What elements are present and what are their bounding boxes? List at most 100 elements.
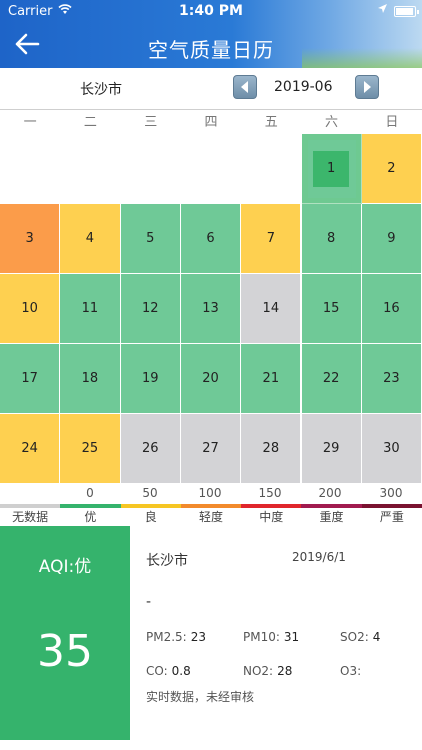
calendar-day-number: 29	[322, 441, 340, 456]
calendar-day-cell[interactable]: 1	[301, 134, 362, 204]
weekday-label: 五	[264, 115, 278, 130]
pm10-label: PM10:	[243, 630, 280, 644]
scale-label: 良	[144, 510, 157, 524]
no2-value: 28	[277, 664, 293, 678]
status-bar: Carrier 1:40 PM	[0, 0, 422, 22]
co-reading: CO: 0.8	[146, 664, 191, 678]
calendar-day-number: 24	[21, 441, 38, 456]
calendar-day-number: 12	[141, 301, 159, 316]
o3-label: O3:	[340, 664, 362, 678]
calendar-day-cell[interactable]: 30	[361, 414, 422, 484]
calendar-day-cell[interactable]: 10	[0, 274, 61, 344]
calendar-day-number: 6	[206, 231, 215, 246]
calendar-day-cell[interactable]: 12	[120, 274, 181, 344]
calendar-day-cell[interactable]: 18	[60, 344, 121, 414]
app-header: Carrier 1:40 PM 空气质量日历	[0, 0, 422, 68]
calendar-day-cell[interactable]: 16	[361, 274, 422, 344]
weekday-label: 一	[23, 115, 37, 130]
aqi-value: 35	[37, 626, 93, 677]
scale-label: 重度	[319, 510, 344, 524]
calendar-day-cell[interactable]: 8	[301, 204, 362, 274]
calendar-day-cell[interactable]: 20	[180, 344, 242, 414]
calendar-day-number: 13	[202, 301, 219, 316]
calendar-day-number: 30	[383, 441, 400, 456]
calendar-day-cell[interactable]: 3	[0, 204, 61, 274]
next-month-button[interactable]	[355, 75, 379, 99]
scale-number: 100	[198, 486, 222, 500]
calendar-day-cell[interactable]: 11	[60, 274, 121, 344]
calendar-day-cell[interactable]: 2	[361, 134, 422, 204]
calendar-day-cell[interactable]: 25	[60, 414, 121, 484]
scale-number: 150	[258, 486, 282, 500]
calendar-day-number: 10	[21, 301, 38, 316]
pm10-value: 31	[283, 630, 300, 644]
detail-city: 长沙市	[146, 553, 188, 569]
calendar-day-cell[interactable]: 7	[241, 204, 302, 274]
calendar-day-number: 16	[383, 301, 400, 316]
city-month-nav: 长沙市 2019-06	[0, 68, 422, 110]
weekday-label: 二	[83, 115, 97, 130]
calendar-day-cell[interactable]: 13	[180, 274, 242, 344]
detail-description: -	[146, 594, 152, 610]
calendar-day-number: 14	[262, 301, 280, 316]
scale-number: 0	[86, 486, 94, 500]
calendar-day-cell[interactable]: 15	[301, 274, 362, 344]
scale-number: 200	[318, 486, 342, 500]
calendar-day-number: 17	[21, 371, 38, 386]
pm25-label: PM2.5:	[146, 630, 187, 644]
calendar-day-cell[interactable]: 28	[241, 414, 302, 484]
scale-label: 轻度	[198, 510, 223, 524]
co-label: CO:	[146, 664, 168, 678]
calendar-day-cell[interactable]: 21	[241, 344, 302, 414]
calendar-day-number: 3	[25, 231, 34, 246]
calendar-day-cell[interactable]: 19	[120, 344, 181, 414]
status-time: 1:40 PM	[179, 3, 243, 19]
calendar-day-cell[interactable]: 23	[361, 344, 422, 414]
co-value: 0.8	[171, 664, 191, 678]
scale-number: 50	[142, 486, 158, 500]
calendar-day-cell[interactable]: 17	[0, 344, 61, 414]
calendar-day-number: 26	[141, 441, 159, 456]
weekday-header: 一 二 三 四 五 六 日	[0, 112, 422, 134]
month-label: 2019-06	[274, 79, 333, 95]
aqi-summary-box: AQI:优 35	[0, 526, 130, 740]
detail-date: 2019/6/1	[292, 550, 346, 564]
calendar-day-cell[interactable]: 6	[180, 204, 242, 274]
so2-label: SO2:	[340, 630, 369, 644]
pm25-reading: PM2.5: 23	[146, 630, 206, 644]
scale-label: 严重	[379, 510, 404, 524]
city-label[interactable]: 长沙市	[80, 79, 122, 99]
calendar-day-number: 21	[262, 371, 280, 386]
pm10-reading: PM10: 31	[243, 630, 299, 644]
so2-value: 4	[372, 630, 381, 644]
battery-icon	[394, 6, 419, 17]
calendar-day-number: 9	[387, 231, 396, 246]
calendar-day-cell[interactable]: 9	[361, 204, 422, 274]
calendar-day-number: 20	[202, 371, 219, 386]
scale-label: 无数据	[12, 510, 49, 524]
calendar-day-number: 8	[327, 231, 336, 246]
calendar-day-cell[interactable]: 24	[0, 414, 61, 484]
calendar-day-cell[interactable]: 14	[241, 274, 302, 344]
weekday-label: 四	[204, 115, 218, 130]
weekday-label: 日	[385, 115, 399, 130]
scale-label: 优	[84, 510, 97, 524]
calendar-day-cell[interactable]: 5	[120, 204, 181, 274]
calendar-day-number: 19	[141, 371, 159, 386]
calendar-day-number: 11	[81, 301, 99, 316]
calendar-day-number: 23	[383, 371, 400, 386]
pm25-value: 23	[190, 630, 206, 644]
calendar-grid: 1 2 3 4 5 6 7 8 9 10 11 12 13 14 15 16 17 18 19 20 21 22 23 24 2…	[0, 134, 422, 484]
prev-month-button[interactable]	[233, 75, 257, 99]
no2-label: NO2:	[243, 664, 274, 678]
calendar-day-number: 2	[387, 161, 396, 176]
calendar-day-cell[interactable]: 22	[301, 344, 362, 414]
calendar-day-cell[interactable]: 27	[180, 414, 242, 484]
calendar-day-cell[interactable]: 26	[120, 414, 181, 484]
no2-reading: NO2: 28	[243, 664, 292, 678]
calendar-day-cell[interactable]: 4	[60, 204, 121, 274]
calendar-day-number: 4	[85, 231, 95, 246]
calendar-day-number: 28	[262, 441, 280, 456]
aqi-scale-numbers: 0 50 100 150 200 300	[0, 486, 422, 502]
calendar-day-cell[interactable]: 29	[301, 414, 362, 484]
